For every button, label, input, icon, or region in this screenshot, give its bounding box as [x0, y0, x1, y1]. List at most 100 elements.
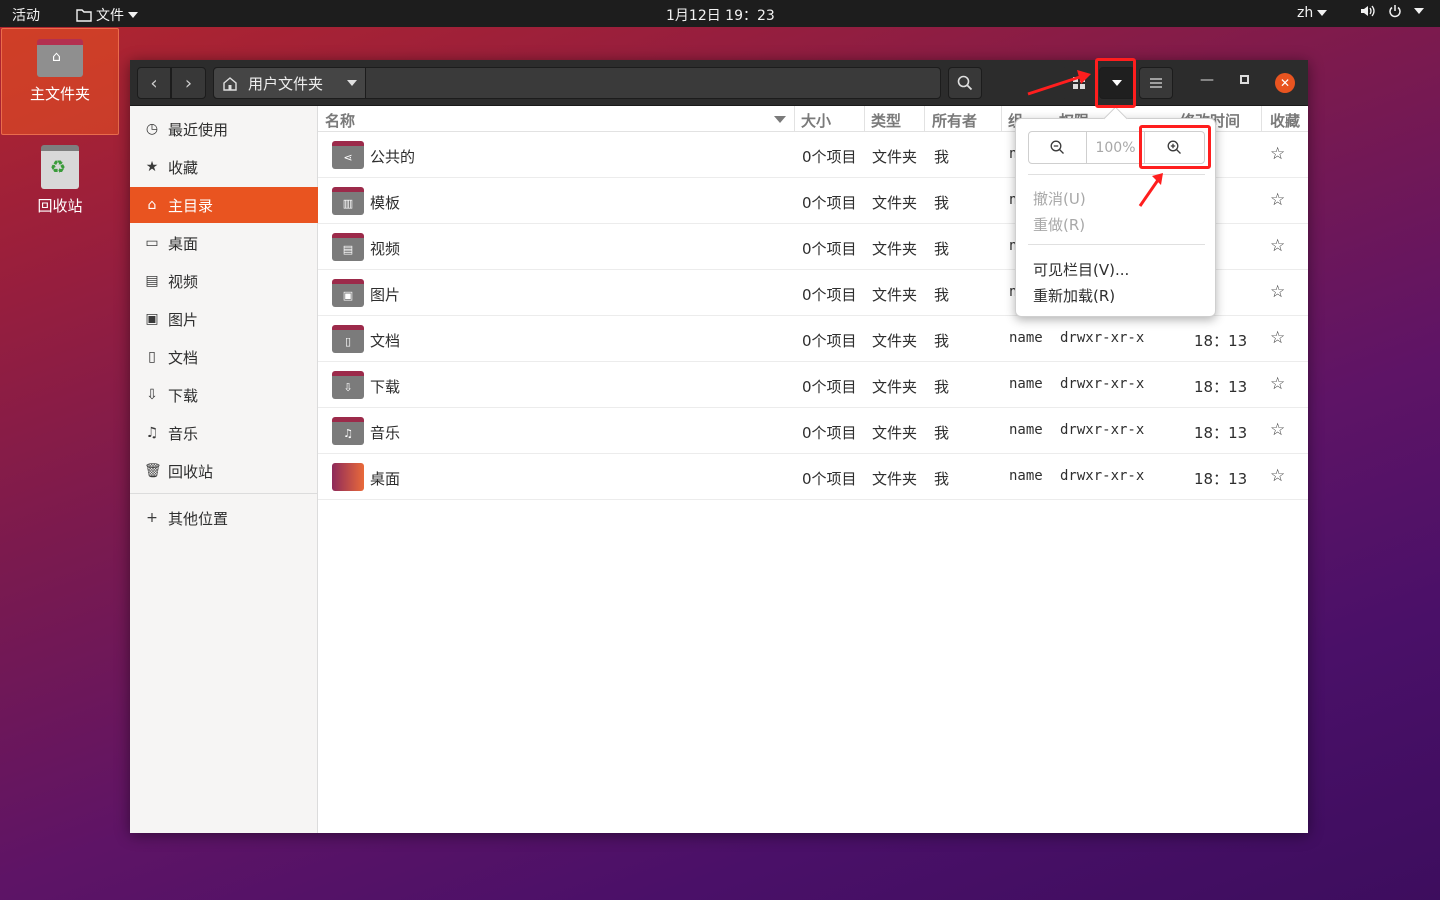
sidebar-item-starred[interactable]: ★ 收藏 [130, 149, 318, 185]
home-folder-icon: ⌂ [37, 39, 83, 77]
file-owner: 我 [934, 286, 950, 304]
search-icon [957, 75, 973, 91]
undo-menu-item[interactable]: 撤消(U) [1033, 188, 1086, 209]
hamburger-icon [1150, 78, 1162, 88]
zoom-out-button[interactable] [1029, 132, 1087, 163]
download-folder-icon: ⇩ [332, 371, 364, 399]
star-toggle-icon[interactable]: ☆ [1270, 420, 1285, 440]
file-type: 文件夹 [872, 194, 918, 212]
table-row[interactable]: 桌面 0个项目 文件夹 我 name drwxr-xr-x 18：13 ☆ [318, 454, 1308, 500]
activities-button[interactable]: 活动 [12, 5, 40, 25]
app-menu[interactable]: 文件 [76, 5, 138, 25]
path-bar[interactable]: 用户文件夹 [213, 67, 941, 99]
minimize-button[interactable]: — [1200, 72, 1214, 88]
file-type: 文件夹 [872, 332, 918, 350]
table-row[interactable]: ▯ 文档 0个项目 文件夹 我 name drwxr-xr-x 18：13 ☆ [318, 316, 1308, 362]
desktop-trash[interactable]: ♻ 回收站 [15, 145, 105, 216]
close-icon: ✕ [1279, 76, 1291, 90]
close-button[interactable]: ✕ [1275, 73, 1295, 93]
system-menu[interactable] [1360, 4, 1424, 18]
column-name[interactable]: 名称 [325, 110, 355, 131]
star-toggle-icon[interactable]: ☆ [1270, 236, 1285, 256]
file-owner: 我 [934, 194, 950, 212]
file-modified: 18：13 [1194, 378, 1248, 396]
language-selector[interactable]: zh [1297, 5, 1328, 21]
desktop-home-folder[interactable]: ⌂ 主文件夹 [1, 28, 119, 135]
star-toggle-icon[interactable]: ☆ [1270, 466, 1285, 486]
file-group: name [1009, 422, 1043, 438]
sidebar-item-videos[interactable]: ▤ 视频 [130, 263, 318, 299]
star-toggle-icon[interactable]: ☆ [1270, 328, 1285, 348]
main-menu-button[interactable] [1139, 67, 1173, 99]
sidebar-item-trash[interactable]: 🗑 回收站 [130, 453, 318, 489]
path-segment-home[interactable]: 用户文件夹 [214, 68, 366, 98]
column-type[interactable]: 类型 [871, 110, 901, 131]
file-size: 0个项目 [802, 378, 857, 396]
redo-menu-item[interactable]: 重做(R) [1033, 214, 1085, 235]
column-divider [1001, 106, 1002, 132]
file-owner: 我 [934, 378, 950, 396]
reload-menu-item[interactable]: 重新加载(R) [1033, 285, 1115, 306]
file-group: name [1009, 468, 1043, 484]
desktop-icon: ▭ [145, 235, 159, 251]
chevron-down-icon [1317, 10, 1328, 16]
sidebar-divider [130, 493, 318, 494]
zoom-level-label[interactable]: 100% [1087, 132, 1145, 163]
power-icon [1389, 5, 1401, 18]
file-owner: 我 [934, 424, 950, 442]
share-folder-icon: ⋖ [332, 141, 364, 169]
film-icon: ▤ [145, 273, 159, 289]
sidebar-item-music[interactable]: ♫ 音乐 [130, 415, 318, 451]
clock-icon: ◷ [145, 121, 159, 137]
annotation-highlight-box [1139, 125, 1211, 169]
chevron-down-icon [347, 80, 358, 86]
document-folder-icon: ▯ [332, 325, 364, 353]
column-owner[interactable]: 所有者 [932, 110, 977, 131]
column-starred[interactable]: 收藏 [1270, 110, 1300, 131]
file-size: 0个项目 [802, 240, 857, 258]
sidebar-item-label: 音乐 [168, 424, 199, 443]
image-icon: ▣ [145, 311, 159, 327]
zoom-out-icon [1050, 140, 1064, 154]
document-icon: ▯ [148, 349, 156, 365]
sidebar-item-label: 回收站 [168, 462, 214, 481]
column-divider [794, 106, 795, 132]
home-icon: ⌂ [147, 197, 157, 213]
file-owner: 我 [934, 332, 950, 350]
sidebar-item-downloads[interactable]: ⇩ 下载 [130, 377, 318, 413]
file-group: name [1009, 376, 1043, 392]
table-row[interactable]: ⇩ 下载 0个项目 文件夹 我 name drwxr-xr-x 18：13 ☆ [318, 362, 1308, 408]
desktop-trash-label: 回收站 [37, 197, 83, 215]
sidebar-item-pictures[interactable]: ▣ 图片 [130, 301, 318, 337]
chevron-down-icon [128, 12, 138, 18]
chevron-right-icon: › [184, 72, 193, 94]
star-toggle-icon[interactable]: ☆ [1270, 190, 1285, 210]
visible-columns-menu-item[interactable]: 可见栏目(V)... [1033, 259, 1129, 280]
file-type: 文件夹 [872, 286, 918, 304]
forward-button[interactable]: › [171, 67, 206, 99]
star-toggle-icon[interactable]: ☆ [1270, 144, 1285, 164]
search-button[interactable] [948, 67, 982, 99]
maximize-button[interactable] [1240, 75, 1249, 84]
star-toggle-icon[interactable]: ☆ [1270, 282, 1285, 302]
table-row[interactable]: ♫ 音乐 0个项目 文件夹 我 name drwxr-xr-x 18：13 ☆ [318, 408, 1308, 454]
sidebar-item-recent[interactable]: ◷ 最近使用 [130, 111, 318, 147]
file-size: 0个项目 [802, 470, 857, 488]
chevron-left-icon: ‹ [150, 72, 158, 94]
sidebar-item-documents[interactable]: ▯ 文档 [130, 339, 318, 375]
file-size: 0个项目 [802, 424, 857, 442]
column-size[interactable]: 大小 [801, 110, 831, 131]
clock[interactable]: 1月12日 19：23 [666, 5, 775, 25]
file-type: 文件夹 [872, 240, 918, 258]
file-owner: 我 [934, 470, 950, 488]
sidebar-item-other-locations[interactable]: + 其他位置 [130, 500, 318, 536]
back-button[interactable]: ‹ [137, 67, 171, 99]
sidebar: ◷ 最近使用 ★ 收藏 ⌂ 主目录 ▭ 桌面 ▤ 视频 ▣ 图片 ▯ 文档 ⇩ [130, 106, 318, 833]
picture-folder-icon: ▣ [332, 279, 364, 307]
star-icon: ★ [145, 159, 159, 175]
sidebar-item-label: 桌面 [168, 234, 199, 253]
sidebar-item-label: 视频 [168, 272, 199, 291]
sidebar-item-desktop[interactable]: ▭ 桌面 [130, 225, 318, 261]
sidebar-item-home[interactable]: ⌂ 主目录 [130, 187, 318, 223]
star-toggle-icon[interactable]: ☆ [1270, 374, 1285, 394]
